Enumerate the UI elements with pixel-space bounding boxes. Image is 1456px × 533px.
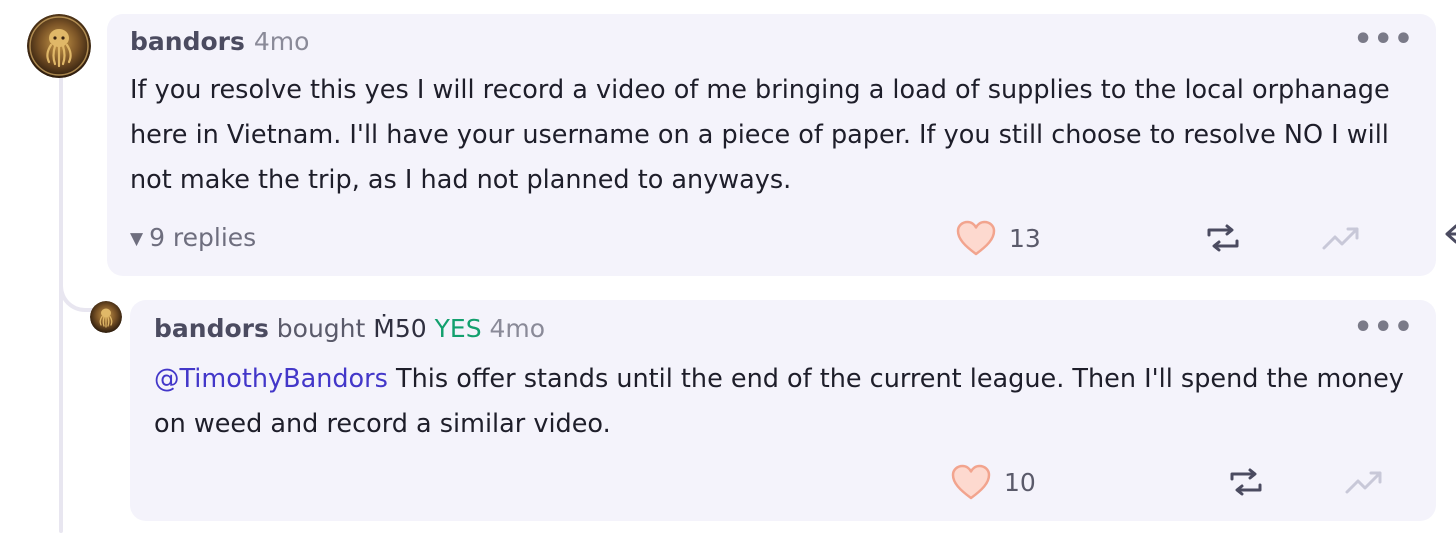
bet-amount: Ṁ50 xyxy=(373,314,427,343)
bet-outcome: YES xyxy=(434,314,482,343)
octopus-avatar-icon xyxy=(90,301,122,333)
timestamp[interactable]: 4mo xyxy=(254,27,310,56)
like-button[interactable]: 13 xyxy=(955,216,1041,260)
repost-button[interactable] xyxy=(1203,216,1243,260)
username[interactable]: bandors xyxy=(130,27,245,56)
reply-connector xyxy=(59,260,97,312)
comment-card: bandors 4mo ••• If you resolve this yes I… xyxy=(107,14,1456,276)
reply-arrow-icon xyxy=(1445,224,1456,244)
more-options-icon[interactable]: ••• xyxy=(1353,25,1414,55)
like-button[interactable]: 10 xyxy=(950,460,1036,504)
trending-up-icon xyxy=(1322,227,1359,250)
like-count: 13 xyxy=(1009,223,1041,253)
repost-icon xyxy=(1207,224,1239,252)
reply-button[interactable] xyxy=(1443,216,1456,260)
comment-body: If you resolve this yes I will record a … xyxy=(130,75,1390,195)
reply-card: bandors bought Ṁ50 YES 4mo ••• @TimothyB… xyxy=(130,300,1436,521)
repost-icon xyxy=(1230,468,1262,496)
replies-toggle[interactable]: ▼ 9 replies xyxy=(130,220,256,259)
timestamp[interactable]: 4mo xyxy=(490,314,546,343)
avatar[interactable] xyxy=(27,14,91,78)
repost-button[interactable] xyxy=(1226,460,1266,504)
boost-button[interactable] xyxy=(1344,460,1386,504)
octopus-avatar-icon xyxy=(27,14,91,78)
reply-header: bandors bought Ṁ50 YES 4mo xyxy=(154,313,545,345)
heart-icon xyxy=(956,220,996,256)
username[interactable]: bandors xyxy=(154,314,269,343)
thread-line xyxy=(59,75,63,533)
triangle-down-icon: ▼ xyxy=(130,229,144,249)
boost-button[interactable] xyxy=(1321,216,1363,260)
reply-body: @TimothyBandors This offer stands until … xyxy=(154,357,1424,447)
heart-icon xyxy=(951,464,991,500)
like-count: 10 xyxy=(1004,467,1036,497)
bet-verb: bought xyxy=(276,314,366,343)
replies-count: 9 replies xyxy=(149,223,257,252)
more-options-icon[interactable]: ••• xyxy=(1353,313,1414,343)
user-mention[interactable]: @TimothyBandors xyxy=(154,364,388,394)
trending-up-icon xyxy=(1345,471,1382,494)
reply-avatar[interactable] xyxy=(90,301,122,333)
comment-header: bandors 4mo xyxy=(130,26,309,58)
